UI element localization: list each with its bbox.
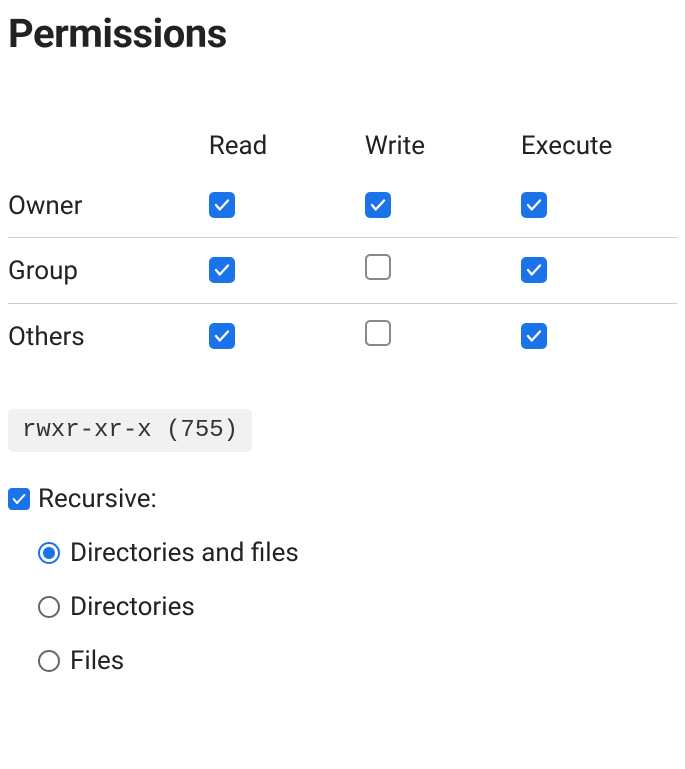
recursive-label: Recursive:: [38, 484, 157, 514]
recursive-option-directories[interactable]: Directories: [38, 592, 677, 622]
perm-checkbox-others-write[interactable]: [365, 320, 391, 346]
check-icon: [213, 261, 231, 279]
row-label: Group: [8, 238, 209, 304]
page-title: Permissions: [8, 10, 677, 57]
check-icon: [213, 327, 231, 345]
recursive-option-directories-and-files[interactable]: Directories and files: [38, 538, 677, 568]
table-row: Owner: [8, 175, 677, 238]
column-header-read: Read: [209, 117, 365, 175]
recursive-checkbox[interactable]: [8, 488, 30, 510]
perm-checkbox-group-read[interactable]: [209, 257, 235, 283]
column-header-write: Write: [365, 117, 521, 175]
check-icon: [213, 196, 231, 214]
check-icon: [525, 327, 543, 345]
radio-label: Directories and files: [70, 538, 299, 568]
mode-string: rwxr-xr-x (755): [8, 409, 252, 452]
radio-button[interactable]: [38, 650, 60, 672]
radio-button[interactable]: [38, 542, 60, 564]
radio-button[interactable]: [38, 596, 60, 618]
table-row: Group: [8, 238, 677, 304]
perm-checkbox-owner-write[interactable]: [365, 192, 391, 218]
perm-checkbox-owner-execute[interactable]: [521, 192, 547, 218]
perm-checkbox-others-read[interactable]: [209, 323, 235, 349]
check-icon: [525, 261, 543, 279]
check-icon: [11, 491, 27, 507]
perm-checkbox-group-write[interactable]: [365, 254, 391, 280]
check-icon: [525, 196, 543, 214]
recursive-options: Directories and files Directories Files: [8, 538, 677, 676]
row-label: Owner: [8, 175, 209, 238]
radio-label: Directories: [70, 592, 195, 622]
permissions-table: Read Write Execute OwnerGroupOthers: [8, 117, 677, 369]
row-label: Others: [8, 304, 209, 370]
recursive-option-files[interactable]: Files: [38, 646, 677, 676]
perm-checkbox-others-execute[interactable]: [521, 323, 547, 349]
perm-checkbox-group-execute[interactable]: [521, 257, 547, 283]
radio-label: Files: [70, 646, 124, 676]
table-row: Others: [8, 304, 677, 370]
check-icon: [369, 196, 387, 214]
column-header-execute: Execute: [521, 117, 677, 175]
perm-checkbox-owner-read[interactable]: [209, 192, 235, 218]
